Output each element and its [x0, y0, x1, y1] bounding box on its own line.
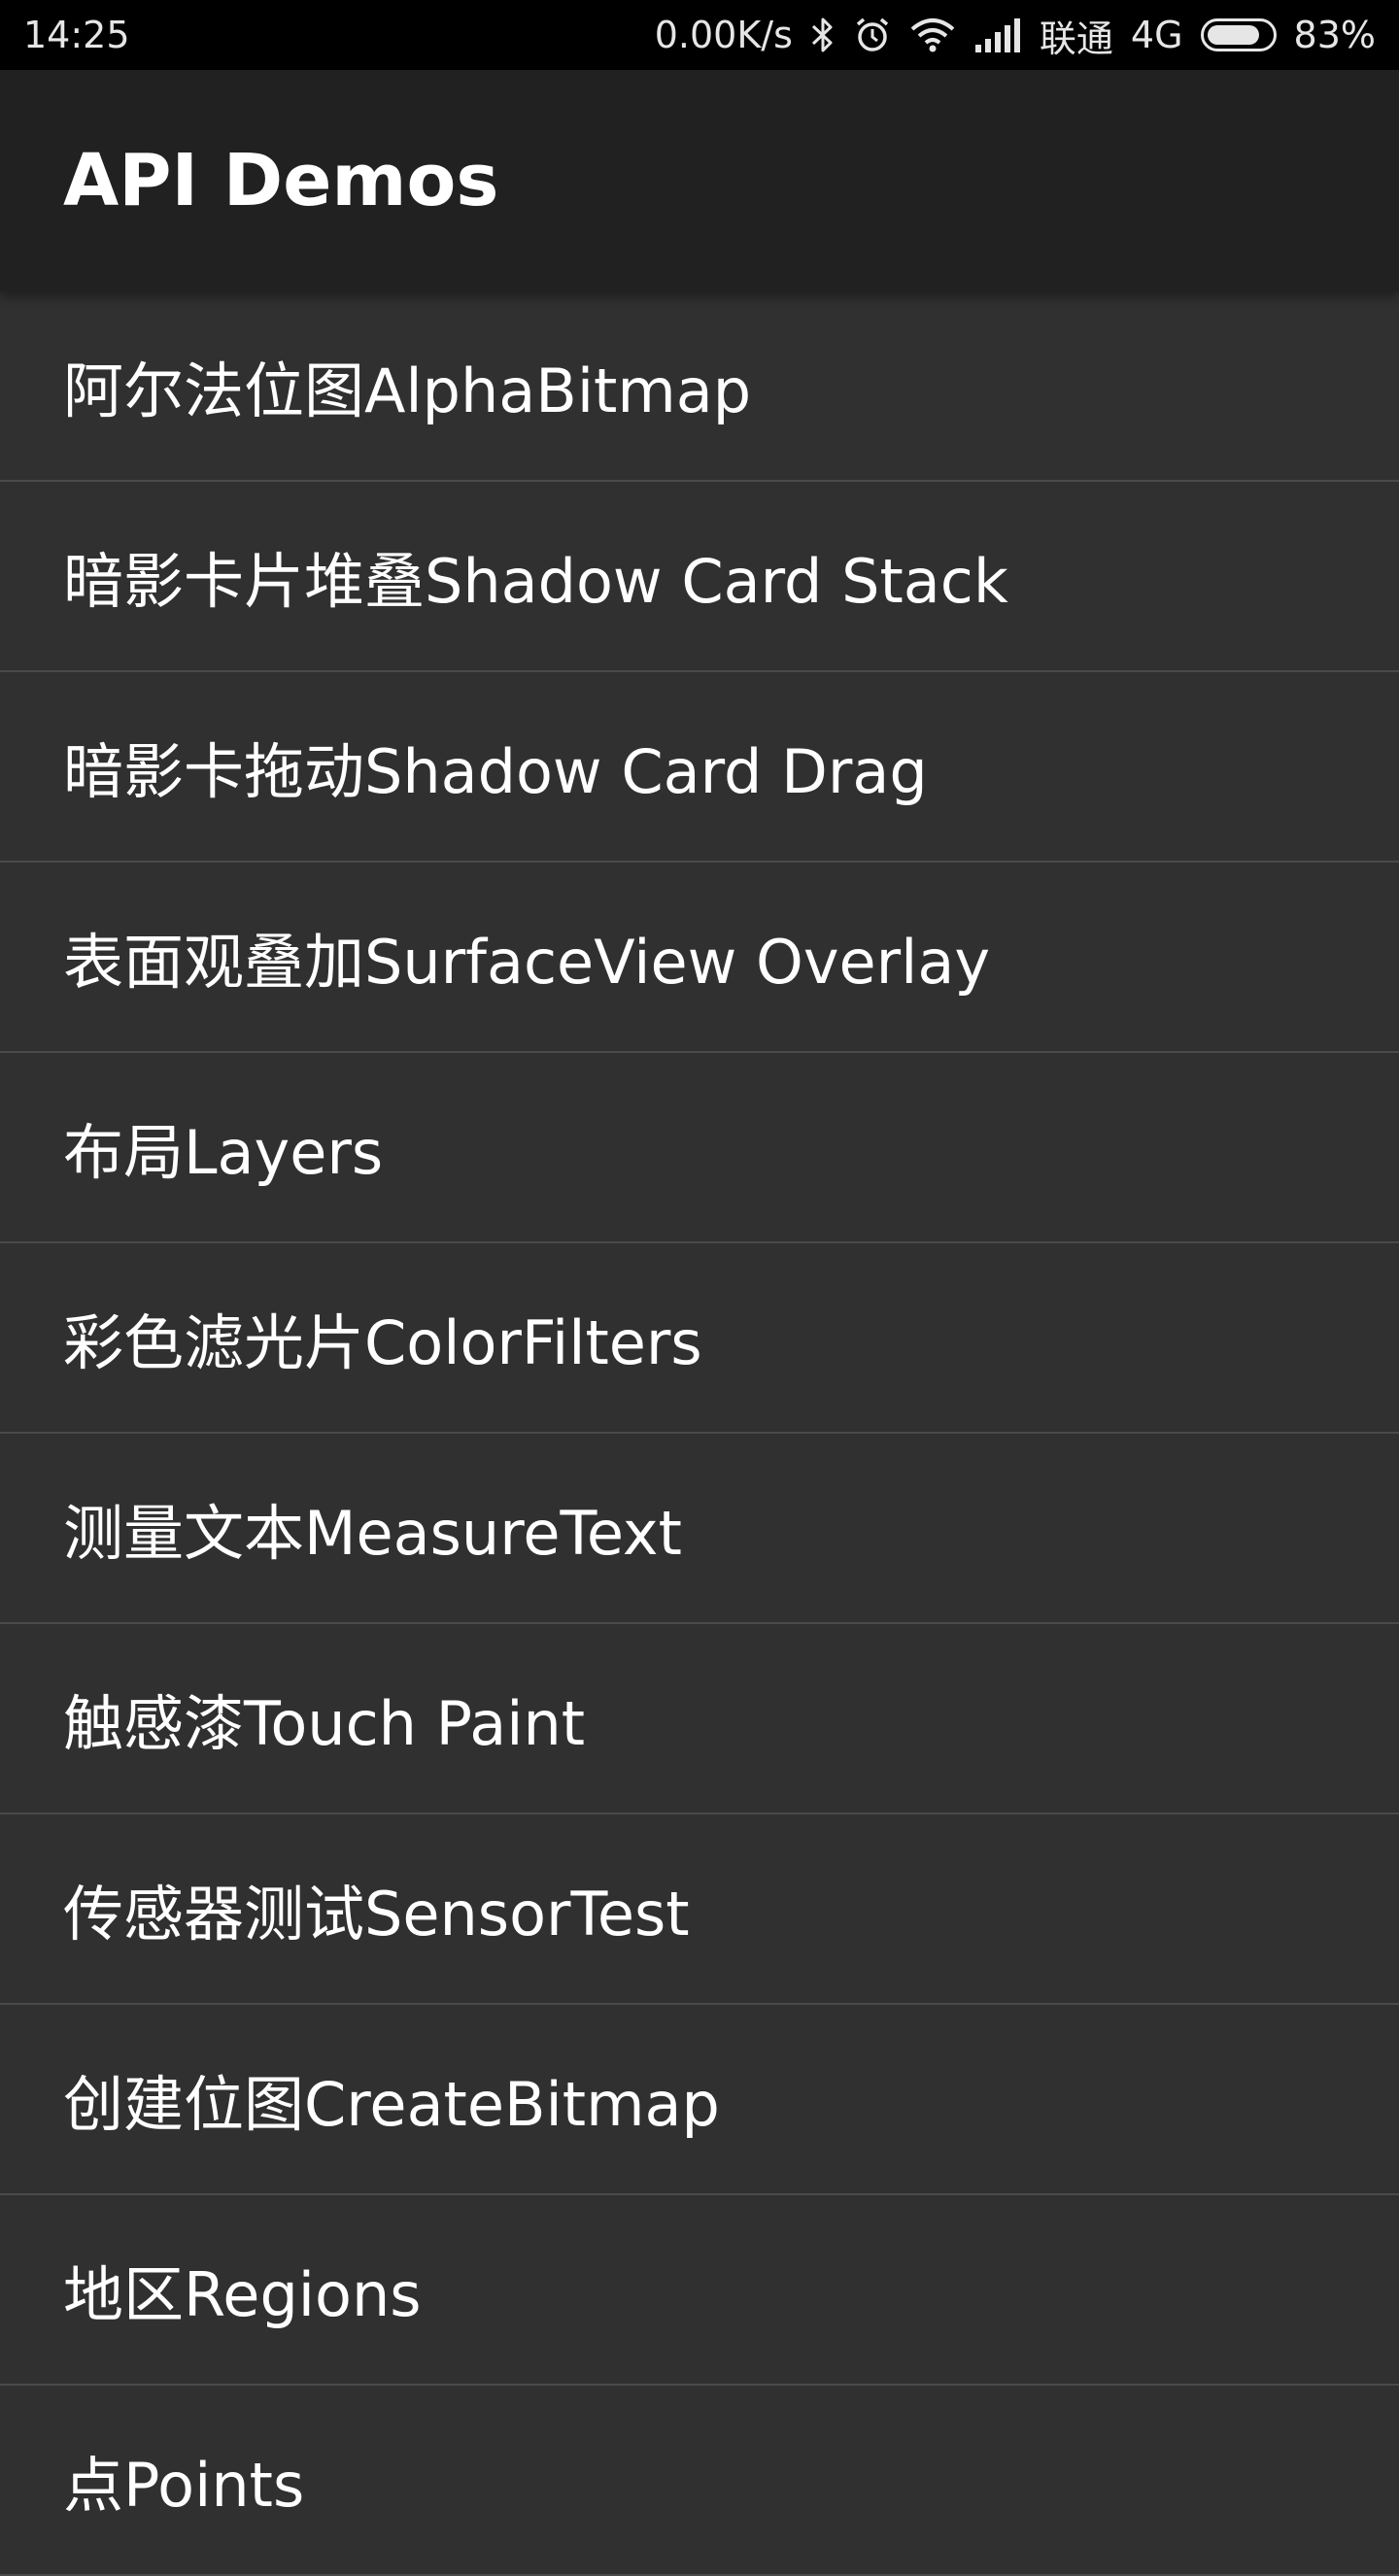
list-item[interactable]: 传感器测试SensorTest [0, 1814, 1399, 2005]
status-right-group: 0.00K/s 联通 4G 83% [655, 9, 1376, 62]
list-item[interactable]: 阿尔法位图AlphaBitmap [0, 291, 1399, 482]
list-item[interactable]: 点Points [0, 2386, 1399, 2576]
carrier-label: 联通 [1039, 17, 1113, 60]
battery-icon [1200, 18, 1277, 51]
list-item[interactable]: 地区Regions [0, 2195, 1399, 2386]
list-item[interactable]: 暗影卡拖动Shadow Card Drag [0, 672, 1399, 863]
status-bar: 14:25 0.00K/s 联通 4G 83% [0, 0, 1399, 70]
list-item-label: 触感漆Touch Paint [63, 1688, 586, 1759]
status-time: 14:25 [23, 14, 130, 56]
page-title: API Demos [63, 139, 499, 222]
network-speed: 0.00K/s [654, 14, 793, 56]
battery-percent: 83% [1293, 14, 1376, 56]
list-item-label: 表面观叠加SurfaceView Overlay [63, 927, 991, 998]
list-item-label: 测量文本MeasureText [63, 1498, 682, 1569]
alarm-icon [853, 16, 892, 54]
signal-icon [973, 16, 1022, 54]
wifi-icon [909, 16, 956, 54]
list-item[interactable]: 表面观叠加SurfaceView Overlay [0, 863, 1399, 1053]
network-type: 4G [1130, 14, 1183, 56]
demo-list: 阿尔法位图AlphaBitmap 暗影卡片堆叠Shadow Card Stack 暗… [0, 291, 1399, 2576]
list-item-label: 布局Layers [63, 1117, 384, 1188]
list-item[interactable]: 彩色滤光片ColorFilters [0, 1243, 1399, 1434]
battery-fill [1207, 25, 1259, 45]
list-item[interactable]: 触感漆Touch Paint [0, 1624, 1399, 1814]
list-item[interactable]: 暗影卡片堆叠Shadow Card Stack [0, 482, 1399, 672]
list-item-label: 传感器测试SensorTest [63, 1879, 690, 1949]
list-item-label: 地区Regions [63, 2259, 422, 2330]
list-item-label: 点Points [63, 2450, 305, 2521]
list-item-label: 暗影卡片堆叠Shadow Card Stack [63, 546, 1008, 617]
list-item[interactable]: 创建位图CreateBitmap [0, 2005, 1399, 2195]
list-item-label: 创建位图CreateBitmap [63, 2069, 720, 2140]
list-item[interactable]: 测量文本MeasureText [0, 1434, 1399, 1624]
app-bar: API Demos [0, 70, 1399, 291]
list-item-label: 暗影卡拖动Shadow Card Drag [63, 736, 928, 807]
list-item-label: 彩色滤光片ColorFilters [63, 1307, 702, 1378]
list-item[interactable]: 布局Layers [0, 1053, 1399, 1243]
bluetooth-icon [810, 16, 836, 54]
list-item-label: 阿尔法位图AlphaBitmap [63, 356, 752, 426]
